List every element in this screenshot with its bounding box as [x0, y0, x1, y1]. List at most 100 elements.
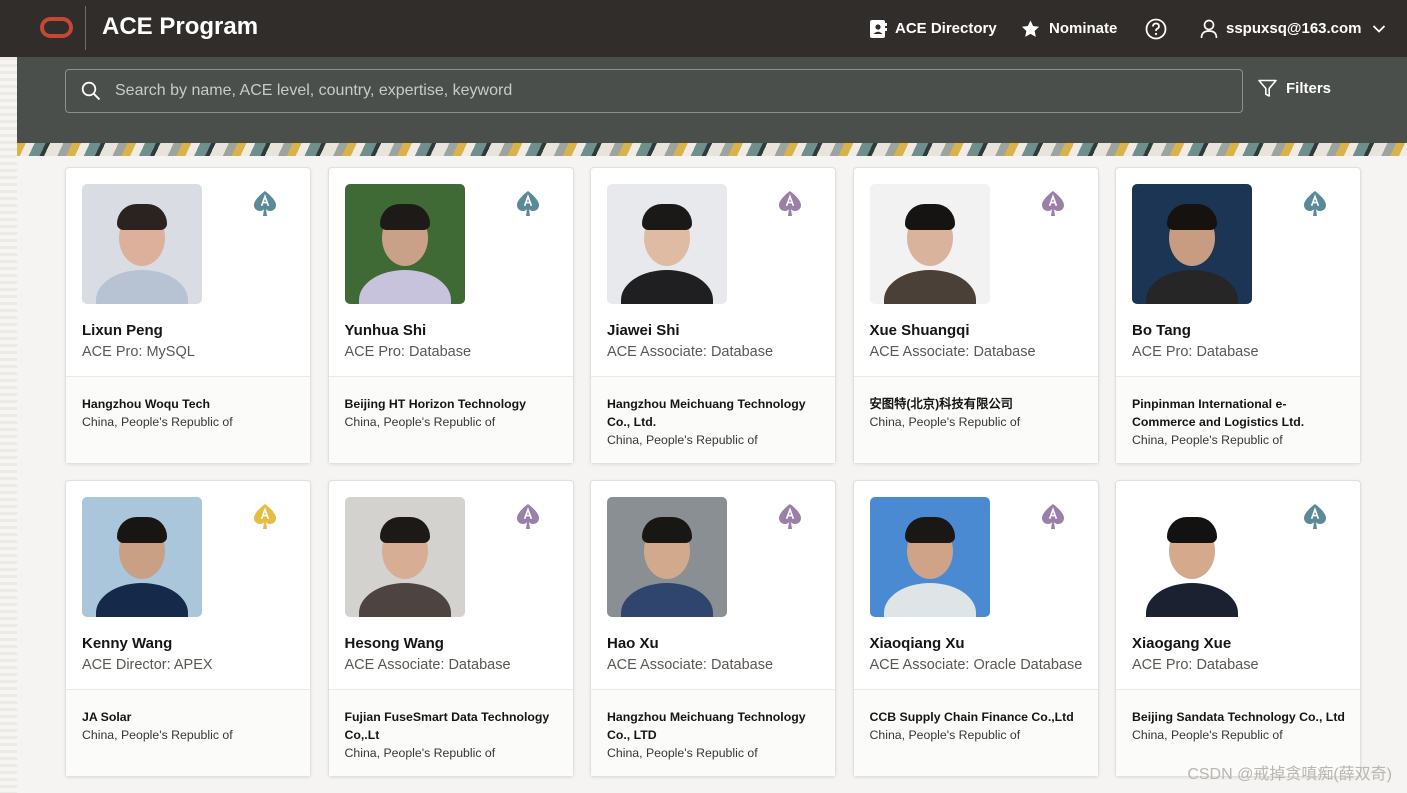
search-icon	[81, 81, 101, 101]
member-card[interactable]: Bo Tang ACE Pro: Database Pinpinman Inte…	[1115, 167, 1361, 464]
decorative-side-strip	[0, 57, 17, 793]
page-title: ACE Program	[102, 13, 259, 40]
company-name: Fujian FuseSmart Data Technology Co,.Lt	[344, 710, 550, 742]
ace-badge-icon	[779, 504, 801, 529]
search-input[interactable]	[115, 82, 1242, 100]
card-footer: Hangzhou Woqu Tech China, People's Repub…	[66, 377, 310, 463]
oracle-logo[interactable]	[40, 17, 73, 38]
card-footer: JA Solar China, People's Republic of	[66, 690, 310, 776]
company-name: Beijing HT Horizon Technology	[344, 397, 527, 411]
chevron-down-icon	[1372, 24, 1385, 33]
member-name: Yunhua Shi	[344, 322, 427, 339]
company-name: Hangzhou Meichuang Technology Co., LTD	[607, 710, 806, 742]
member-level: ACE Associate: Database	[869, 344, 1036, 360]
user-icon	[1200, 19, 1218, 38]
filters-button[interactable]: Filters	[1258, 79, 1331, 98]
company-name: CCB Supply Chain Finance Co.,Ltd	[869, 710, 1074, 724]
ace-badge-icon	[516, 191, 539, 216]
help-button[interactable]	[1145, 0, 1175, 57]
card-footer: Beijing HT Horizon Technology China, Peo…	[328, 377, 573, 463]
filter-icon	[1258, 79, 1277, 97]
member-company: Fujian FuseSmart Data Technology Co,.Lt …	[345, 708, 560, 762]
top-bar: ACE Program ACE Directory Nominate sspux…	[0, 0, 1407, 57]
card-footer: Hangzhou Meichuang Technology Co., LTD C…	[591, 690, 835, 776]
member-level: ACE Pro: Database	[344, 344, 472, 360]
star-icon	[1021, 20, 1040, 37]
member-company: 安图特(北京)科技有限公司 China, People's Republic o…	[870, 395, 1085, 431]
member-card[interactable]: Xiaoqiang Xu ACE Associate: Oracle Datab…	[852, 480, 1099, 777]
member-level: ACE Pro: Database	[1132, 344, 1259, 360]
company-name: 安图特(北京)科技有限公司	[869, 397, 1013, 411]
company-name: Hangzhou Meichuang Technology Co., Ltd.	[607, 397, 806, 429]
card-footer: CCB Supply Chain Finance Co.,Ltd China, …	[853, 690, 1098, 776]
ace-badge-icon	[1041, 504, 1064, 529]
member-company: Hangzhou Woqu Tech China, People's Repub…	[82, 395, 297, 431]
member-company: CCB Supply Chain Finance Co.,Ltd China, …	[870, 708, 1085, 744]
ace-directory-link[interactable]: ACE Directory	[869, 0, 997, 57]
member-photo	[607, 497, 727, 617]
member-country: China, People's Republic of	[344, 746, 496, 760]
member-level: ACE Pro: MySQL	[82, 344, 195, 360]
member-card[interactable]: Lixun Peng ACE Pro: MySQL Hangzhou Woqu …	[65, 167, 311, 464]
card-footer: Fujian FuseSmart Data Technology Co,.Lt …	[328, 690, 573, 776]
member-name: Hao Xu	[607, 635, 659, 652]
member-card[interactable]: Xiaogang Xue ACE Pro: Database Beijing S…	[1115, 480, 1361, 777]
member-company: Pinpinman International e-Commerce and L…	[1132, 395, 1347, 449]
member-level: ACE Director: APEX	[82, 657, 213, 673]
member-country: China, People's Republic of	[869, 415, 1021, 429]
ace-directory-label: ACE Directory	[895, 20, 997, 37]
member-level: ACE Associate: Oracle Database	[869, 657, 1083, 673]
member-card[interactable]: Hesong Wang ACE Associate: Database Fuji…	[327, 480, 574, 777]
user-menu[interactable]: sspuxsq@163.com	[1200, 0, 1394, 57]
ace-badge-icon	[254, 504, 276, 529]
member-company: Beijing HT Horizon Technology China, Peo…	[345, 395, 560, 431]
member-photo	[607, 184, 727, 304]
member-name: Xiaogang Xue	[1132, 635, 1232, 652]
watermark: CSDN @戒掉贪嗔痴(薛双奇)	[1187, 766, 1392, 783]
member-photo	[344, 497, 465, 617]
member-photo	[869, 497, 990, 617]
member-country: China, People's Republic of	[82, 728, 233, 742]
member-level: ACE Associate: Database	[607, 657, 774, 673]
logo-divider	[85, 6, 86, 50]
member-country: China, People's Republic of	[1132, 728, 1283, 742]
member-name: Xiaoqiang Xu	[869, 635, 965, 652]
filters-label: Filters	[1286, 80, 1332, 97]
member-photo	[1132, 184, 1252, 304]
member-level: ACE Associate: Database	[607, 344, 774, 360]
member-name: Hesong Wang	[344, 635, 444, 652]
member-photo	[1132, 497, 1252, 617]
member-company: Hangzhou Meichuang Technology Co., LTD C…	[607, 708, 822, 762]
directory-icon	[870, 19, 887, 38]
user-email: sspuxsq@163.com	[1226, 20, 1362, 37]
card-footer: 安图特(北京)科技有限公司 China, People's Republic o…	[853, 377, 1098, 463]
member-card[interactable]: Hao Xu ACE Associate: Database Hangzhou …	[590, 480, 836, 777]
member-photo	[82, 184, 202, 304]
member-country: China, People's Republic of	[1132, 433, 1283, 447]
nominate-link[interactable]: Nominate	[1020, 0, 1117, 57]
company-name: Beijing Sandata Technology Co., Ltd	[1132, 710, 1345, 724]
card-footer: Hangzhou Meichuang Technology Co., Ltd. …	[591, 377, 835, 463]
member-name: Kenny Wang	[82, 635, 173, 652]
member-photo	[82, 497, 202, 617]
member-card[interactable]: Kenny Wang ACE Director: APEX JA Solar C…	[65, 480, 311, 777]
member-card[interactable]: Yunhua Shi ACE Pro: Database Beijing HT …	[327, 167, 574, 464]
search-box[interactable]	[65, 69, 1243, 113]
company-name: Pinpinman International e-Commerce and L…	[1132, 397, 1305, 429]
member-company: Hangzhou Meichuang Technology Co., Ltd. …	[607, 395, 822, 449]
ace-badge-icon	[1041, 191, 1064, 216]
ace-badge-icon	[1304, 191, 1326, 216]
member-name: Xue Shuangqi	[869, 322, 970, 339]
member-card[interactable]: Xue Shuangqi ACE Associate: Database 安图特…	[852, 167, 1099, 464]
member-photo	[344, 184, 465, 304]
card-footer: Pinpinman International e-Commerce and L…	[1116, 377, 1360, 463]
nominate-label: Nominate	[1049, 20, 1118, 37]
member-photo	[869, 184, 990, 304]
member-country: China, People's Republic of	[82, 415, 233, 429]
member-card[interactable]: Jiawei Shi ACE Associate: Database Hangz…	[590, 167, 836, 464]
ace-badge-icon	[254, 191, 276, 216]
company-name: Hangzhou Woqu Tech	[82, 397, 210, 411]
ace-member-grid: Lixun Peng ACE Pro: MySQL Hangzhou Woqu …	[65, 167, 1361, 777]
member-country: China, People's Republic of	[344, 415, 496, 429]
member-level: ACE Pro: Database	[1132, 657, 1259, 673]
